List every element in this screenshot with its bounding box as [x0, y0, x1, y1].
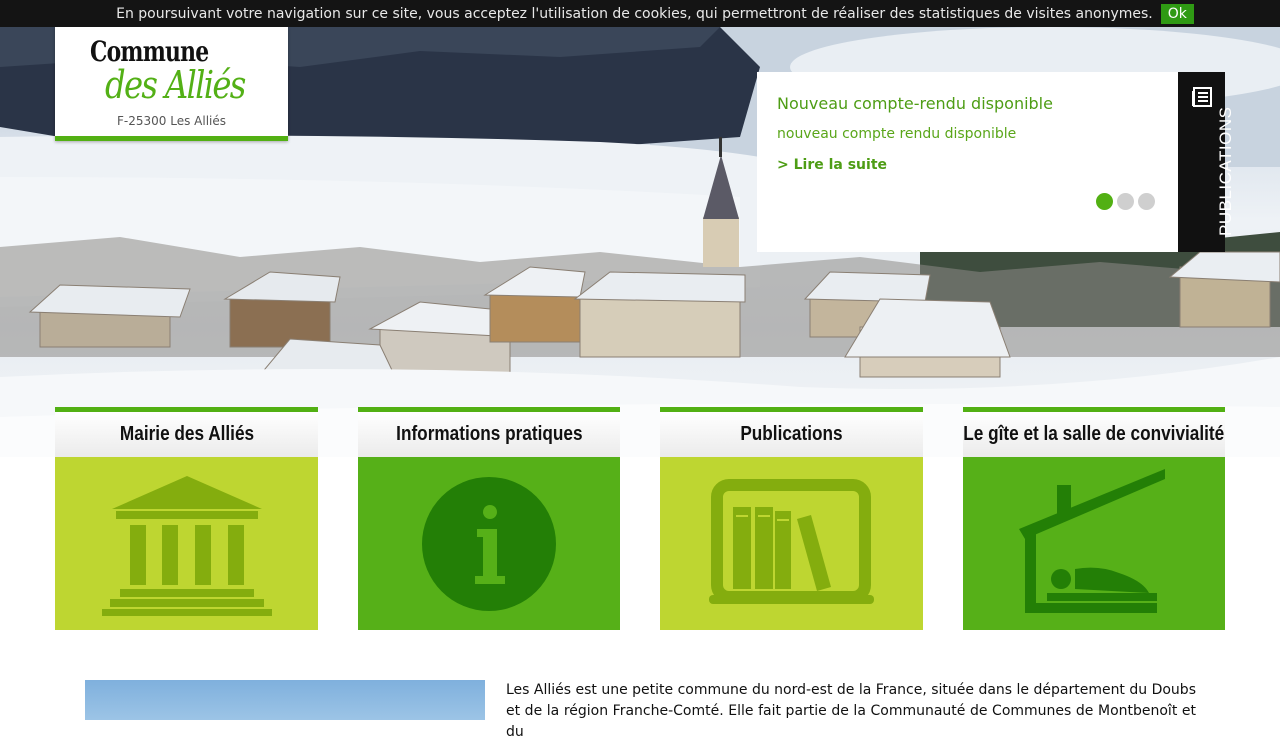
tile-gite-title: Le gîte et la salle de convivialité: [963, 407, 1225, 457]
slider-dots: [1096, 193, 1155, 210]
news-description: nouveau compte rendu disponible: [777, 126, 1017, 142]
publications-tab[interactable]: PUBLICATIONS: [1178, 72, 1235, 252]
slider-dot-2[interactable]: [1117, 193, 1134, 210]
slider-dot-3[interactable]: [1138, 193, 1155, 210]
news-slider: Nouveau compte-rendu disponible nouveau …: [757, 72, 1178, 252]
logo-address: F-25300 Les Alliés: [117, 114, 226, 128]
news-title[interactable]: Nouveau compte-rendu disponible: [777, 94, 1053, 113]
cookie-ok-button[interactable]: Ok: [1160, 3, 1194, 24]
tile-mairie[interactable]: Mairie des Alliés: [55, 407, 318, 630]
newspaper-icon: [1191, 86, 1213, 112]
cookie-banner: En poursuivant votre navigation sur ce s…: [0, 0, 1280, 27]
read-more-link[interactable]: > Lire la suite: [777, 157, 887, 173]
tile-publications[interactable]: Publications: [660, 407, 923, 630]
intro-text: Les Alliés est une petite commune du nor…: [506, 682, 1196, 740]
tile-informations[interactable]: Informations pratiques: [358, 407, 620, 630]
lodging-icon: [1019, 468, 1165, 613]
site-logo[interactable]: Commune des Alliés F-25300 Les Alliés: [55, 27, 288, 141]
tile-gite[interactable]: Le gîte et la salle de convivialité: [963, 407, 1225, 630]
tile-informations-title: Informations pratiques: [358, 407, 620, 457]
info-icon: [422, 476, 556, 611]
town-hall-icon: [101, 476, 272, 616]
logo-line-name: des Alliés: [105, 63, 246, 107]
intro-photo: [85, 680, 485, 720]
publications-tab-label: PUBLICATIONS: [1216, 106, 1235, 236]
cookie-message: En poursuivant votre navigation sur ce s…: [116, 5, 1153, 22]
books-icon: [709, 478, 874, 604]
slider-dot-1[interactable]: [1096, 193, 1113, 210]
tile-publications-title: Publications: [660, 407, 923, 457]
tile-mairie-title: Mairie des Alliés: [55, 407, 318, 457]
